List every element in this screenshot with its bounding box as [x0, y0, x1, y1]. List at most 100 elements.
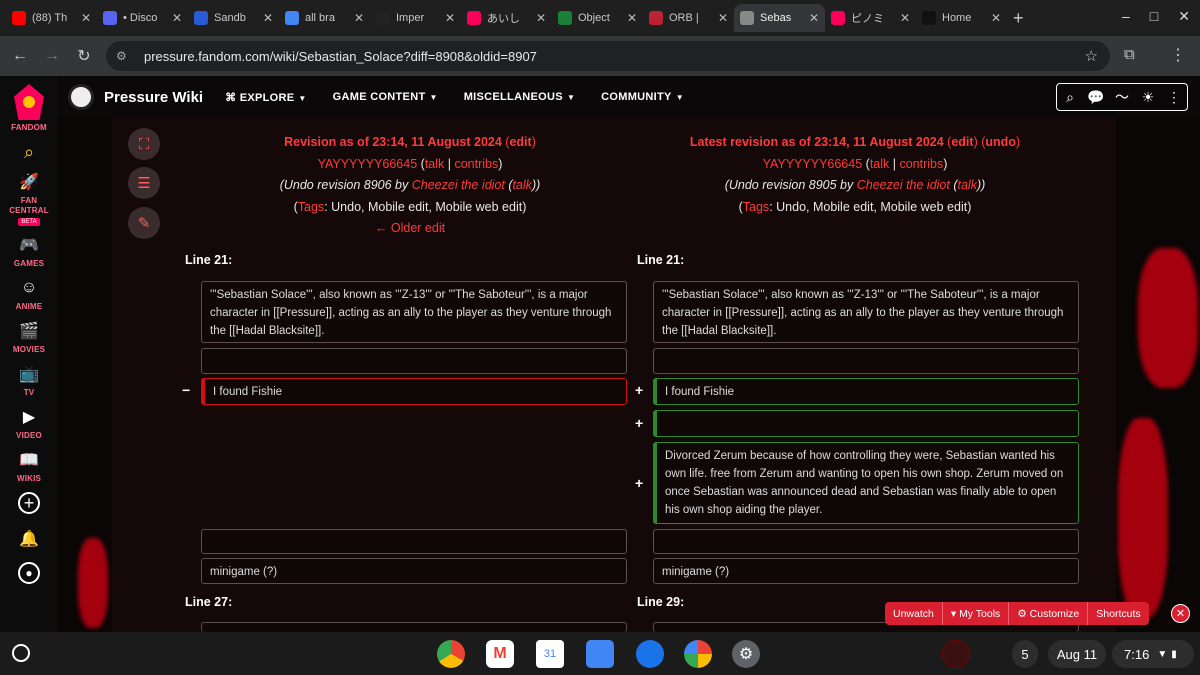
- left-revision-link[interactable]: Revision as of 23:14, 11 August 2024: [284, 135, 502, 149]
- unwatch-button[interactable]: Unwatch: [885, 602, 943, 625]
- browser-tab[interactable]: all bra ✕: [279, 4, 370, 32]
- my-tools-button[interactable]: ▾ My Tools: [943, 602, 1010, 625]
- right-edit-link[interactable]: edit: [951, 135, 973, 149]
- rocket-icon[interactable]: 🚀: [18, 171, 40, 193]
- tab-close-icon[interactable]: ✕: [354, 11, 364, 25]
- left-edit-link[interactable]: edit: [509, 135, 531, 149]
- theme-toggle-icon[interactable]: ☀: [1135, 84, 1161, 110]
- anime-nav[interactable]: ☺ ANIME: [16, 277, 43, 312]
- calendar-app-icon[interactable]: 31: [536, 640, 564, 668]
- browser-tab[interactable]: Sebas ✕: [734, 4, 825, 32]
- browser-tab[interactable]: Sandb ✕: [188, 4, 279, 32]
- movies-nav[interactable]: 🎬 MOVIES: [13, 320, 45, 355]
- gmail-app-icon[interactable]: M: [486, 640, 514, 668]
- site-info-icon[interactable]: ⚙: [116, 49, 134, 63]
- games-nav[interactable]: 🎮 GAMES: [14, 234, 44, 269]
- left-talk-link[interactable]: talk: [425, 157, 444, 171]
- browser-tab[interactable]: あいし ✕: [461, 4, 552, 32]
- customize-button[interactable]: ⚙ Customize: [1009, 602, 1089, 625]
- fullscreen-icon[interactable]: ⛶: [128, 128, 160, 160]
- right-contribs-link[interactable]: contribs: [899, 157, 943, 171]
- bell-icon[interactable]: 🔔: [18, 528, 40, 550]
- nav-explore[interactable]: ⌘ EXPLORE ▼: [225, 91, 307, 104]
- new-tab-button[interactable]: +: [1013, 8, 1024, 29]
- wiki-name[interactable]: Pressure Wiki: [104, 89, 203, 106]
- left-summary-talk-link[interactable]: talk: [513, 178, 532, 192]
- tab-close-icon[interactable]: ✕: [81, 11, 91, 25]
- settings-app-icon[interactable]: ⚙: [732, 640, 760, 668]
- browser-tab[interactable]: Home ✕: [916, 4, 1007, 32]
- discussions-icon[interactable]: 💬: [1083, 84, 1109, 110]
- browser-menu-icon[interactable]: ⋮: [1170, 45, 1186, 65]
- right-summary-talk-link[interactable]: talk: [958, 178, 977, 192]
- tab-close-icon[interactable]: ✕: [445, 11, 455, 25]
- tv-nav[interactable]: 📺 TV: [18, 363, 40, 398]
- photos-app-icon[interactable]: [684, 640, 712, 668]
- anime-face-icon[interactable]: ☺: [18, 277, 40, 299]
- fan-central-nav[interactable]: 🚀 FAN CENTRAL BETA: [7, 171, 51, 226]
- left-tags-link[interactable]: Tags: [298, 200, 324, 214]
- minimize-icon[interactable]: –: [1122, 8, 1130, 25]
- bookmark-star-icon[interactable]: ☆: [1085, 47, 1098, 65]
- nav-game-content[interactable]: GAME CONTENT ▼: [333, 91, 438, 104]
- shortcuts-button[interactable]: Shortcuts: [1088, 602, 1148, 625]
- extensions-icon[interactable]: ⧉: [1124, 46, 1135, 63]
- right-summary-user-link[interactable]: Cheezei the idiot: [857, 178, 950, 192]
- browser-tab[interactable]: • Disco ✕: [97, 4, 188, 32]
- left-contribs-link[interactable]: contribs: [454, 157, 498, 171]
- forward-icon[interactable]: →: [36, 47, 68, 65]
- video-nav[interactable]: ▶ VIDEO: [16, 406, 42, 441]
- nav-miscellaneous[interactable]: MISCELLANEOUS ▼: [464, 91, 575, 104]
- clapperboard-icon[interactable]: 🎬: [18, 320, 40, 342]
- edit-pencil-icon[interactable]: ✎: [128, 207, 160, 239]
- create-nav[interactable]: +: [18, 492, 40, 514]
- tab-close-icon[interactable]: ✕: [536, 11, 546, 25]
- tab-close-icon[interactable]: ✕: [718, 11, 728, 25]
- notifications-nav[interactable]: 🔔: [18, 528, 40, 550]
- tab-close-icon[interactable]: ✕: [809, 11, 819, 25]
- tab-close-icon[interactable]: ✕: [263, 11, 273, 25]
- nav-community[interactable]: COMMUNITY ▼: [601, 91, 684, 104]
- maximize-icon[interactable]: □: [1150, 8, 1158, 25]
- play-icon[interactable]: ▶: [18, 406, 40, 428]
- tab-close-icon[interactable]: ✕: [172, 11, 182, 25]
- right-revision-link[interactable]: Latest revision as of 23:14, 11 August 2…: [690, 135, 944, 149]
- wiki-logo-icon[interactable]: [68, 84, 94, 110]
- close-icon[interactable]: ✕: [1171, 604, 1190, 623]
- files-app-icon[interactable]: [586, 640, 614, 668]
- right-user-link[interactable]: YAYYYYYY66645: [763, 157, 863, 171]
- launcher-icon[interactable]: [12, 644, 30, 662]
- book-icon[interactable]: 📖: [18, 449, 40, 471]
- activity-icon[interactable]: 〜: [1109, 84, 1135, 110]
- left-summary-user-link[interactable]: Cheezei the idiot: [412, 178, 505, 192]
- wikis-nav[interactable]: 📖 WIKIS: [17, 449, 41, 484]
- browser-tab[interactable]: Imper ✕: [370, 4, 461, 32]
- tv-icon[interactable]: 📺: [18, 363, 40, 385]
- left-user-link[interactable]: YAYYYYYY66645: [318, 157, 418, 171]
- search-nav[interactable]: ⌕: [18, 141, 40, 163]
- user-icon[interactable]: ●: [18, 562, 40, 584]
- gamepad-icon[interactable]: 🎮: [18, 234, 40, 256]
- notification-count[interactable]: 5: [1012, 640, 1038, 668]
- tab-close-icon[interactable]: ✕: [900, 11, 910, 25]
- toc-list-icon[interactable]: ☰: [128, 167, 160, 199]
- search-icon[interactable]: ⌕: [18, 141, 40, 163]
- date-pill[interactable]: Aug 11: [1048, 640, 1106, 668]
- more-icon[interactable]: ⋮: [1161, 84, 1187, 110]
- account-nav[interactable]: ●: [18, 562, 40, 584]
- reload-icon[interactable]: ↻: [68, 46, 100, 66]
- status-area[interactable]: 7:16 ▼ ▮: [1112, 640, 1194, 668]
- messages-app-icon[interactable]: [636, 640, 664, 668]
- right-undo-link[interactable]: undo: [985, 135, 1016, 149]
- right-talk-link[interactable]: talk: [870, 157, 889, 171]
- fandom-logo-icon[interactable]: [14, 84, 44, 120]
- browser-tab[interactable]: ORB | ✕: [643, 4, 734, 32]
- tab-close-icon[interactable]: ✕: [627, 11, 637, 25]
- close-window-icon[interactable]: ✕: [1178, 8, 1190, 25]
- right-tags-link[interactable]: Tags: [743, 200, 769, 214]
- tab-close-icon[interactable]: ✕: [991, 11, 1001, 25]
- older-edit-link[interactable]: ← Older edit: [375, 221, 445, 235]
- search-icon[interactable]: ⌕: [1057, 84, 1083, 110]
- tray-thumbnail[interactable]: [942, 640, 970, 668]
- back-icon[interactable]: ←: [4, 47, 36, 65]
